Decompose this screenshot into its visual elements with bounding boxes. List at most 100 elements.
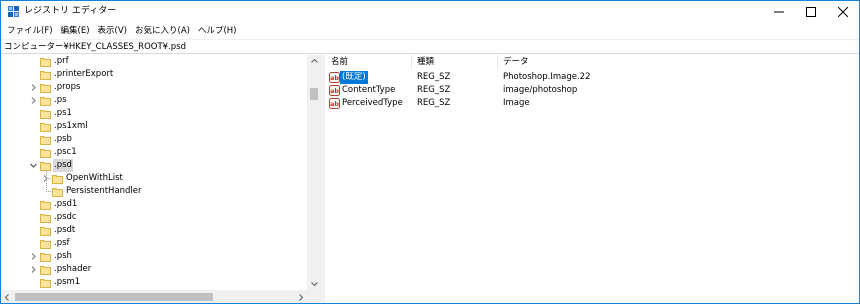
registry-editor-window: レジストリ エディター ファイル(F) 編集(E) 表示(V) お気に入り(A)… (0, 0, 860, 304)
value-name[interactable]: ContentType (342, 84, 395, 97)
tree-item-label[interactable]: .psdc (53, 211, 78, 224)
string-value-icon: ab (329, 98, 340, 109)
tree-item-label[interactable]: .printerExport (53, 68, 114, 81)
tree-item-label[interactable]: .ps1 (53, 107, 73, 120)
svg-text:ab: ab (330, 87, 339, 95)
folder-icon (40, 238, 51, 249)
folder-icon (40, 95, 51, 106)
tree-item[interactable]: .ps1 (1, 107, 307, 120)
tree-item-label[interactable]: .psb (53, 133, 73, 146)
tree-item-label[interactable]: .prf (53, 55, 70, 68)
maximize-button[interactable] (795, 1, 827, 22)
title-bar: レジストリ エディター (1, 1, 859, 22)
column-header-data[interactable]: データ (503, 56, 529, 69)
tree-item-label[interactable]: .ps1xml (53, 120, 89, 133)
value-data: image/photoshop (503, 85, 578, 95)
string-value-icon: ab (329, 72, 340, 83)
column-header-name[interactable]: 名前 (331, 56, 348, 69)
menu-file[interactable]: ファイル(F) (3, 25, 57, 37)
tree-item[interactable]: .ps1xml (1, 120, 307, 133)
folder-icon (52, 173, 63, 184)
value-row[interactable]: ab PerceivedType REG_SZ Image (325, 97, 859, 110)
tree-item[interactable]: .psdt (1, 224, 307, 237)
folder-icon (40, 134, 51, 145)
address-bar[interactable]: コンピューター¥HKEY_CLASSES_ROOT¥.psd (1, 39, 859, 54)
tree-vertical-scrollbar[interactable] (307, 55, 321, 290)
tree-item-label[interactable]: .psd (53, 159, 73, 172)
value-row[interactable]: ab ContentType REG_SZ image/photoshop (325, 84, 859, 97)
menu-help[interactable]: ヘルプ(H) (194, 25, 241, 37)
svg-text:ab: ab (330, 74, 339, 82)
column-header-type[interactable]: 種類 (417, 56, 434, 69)
scroll-right-arrow-icon[interactable] (295, 291, 307, 303)
tree-item[interactable]: .psb (1, 133, 307, 146)
tree-item[interactable]: .psc1 (1, 146, 307, 159)
minimize-icon (774, 11, 784, 12)
tree-item[interactable]: .props (1, 81, 307, 94)
tree-item[interactable]: .pshader (1, 263, 307, 276)
folder-icon (40, 147, 51, 158)
tree-vertical-scroll-thumb[interactable] (310, 88, 318, 100)
folder-icon (40, 212, 51, 223)
minimize-button[interactable] (763, 1, 795, 22)
tree-item-label[interactable]: .psc1 (53, 146, 78, 159)
value-data: Image (503, 98, 530, 108)
folder-icon (52, 186, 63, 197)
scroll-up-arrow-icon[interactable] (307, 55, 321, 67)
tree-item[interactable]: .psm1 (1, 276, 307, 289)
tree-connector-line (46, 171, 47, 192)
folder-icon (40, 108, 51, 119)
scroll-left-arrow-icon[interactable] (1, 291, 13, 303)
value-type: REG_SZ (417, 72, 451, 82)
scroll-down-arrow-icon[interactable] (307, 278, 321, 290)
tree-item[interactable]: .psf (1, 237, 307, 250)
close-button[interactable] (827, 1, 859, 22)
tree-item[interactable]: .prf (1, 55, 307, 68)
chevron-right-icon[interactable] (29, 265, 38, 274)
chevron-right-icon[interactable] (29, 83, 38, 92)
folder-icon (40, 160, 51, 171)
tree-item[interactable]: .printerExport (1, 68, 307, 81)
tree-item[interactable]: .psd1 (1, 198, 307, 211)
close-icon (838, 6, 848, 17)
value-data: Photoshop.Image.22 (503, 72, 591, 82)
tree-item-label[interactable]: .psf (53, 237, 71, 250)
window-title: レジストリ エディター (24, 6, 117, 16)
column-divider[interactable] (411, 55, 412, 69)
column-divider[interactable] (497, 55, 498, 69)
string-value-icon: ab (329, 85, 340, 96)
tree-item[interactable]: .psh (1, 250, 307, 263)
tree-item-label[interactable]: .psh (53, 250, 73, 263)
tree-item[interactable]: .psdc (1, 211, 307, 224)
tree-item-label[interactable]: .props (53, 81, 81, 94)
value-name[interactable]: PerceivedType (342, 97, 403, 110)
tree-item-label[interactable]: .ps (53, 94, 68, 107)
menu-view[interactable]: 表示(V) (94, 25, 131, 37)
folder-icon (40, 264, 51, 275)
menu-edit[interactable]: 編集(E) (57, 25, 94, 37)
menu-favorites[interactable]: お気に入り(A) (131, 25, 194, 37)
folder-icon (40, 82, 51, 93)
registry-editor-icon (8, 6, 19, 17)
tree-item-label[interactable]: .psm1 (53, 276, 81, 289)
value-name[interactable]: (既定) (340, 71, 368, 84)
tree-item-label[interactable]: OpenWithList (65, 172, 124, 185)
folder-icon (40, 199, 51, 210)
tree-horizontal-scrollbar[interactable] (1, 290, 307, 303)
tree-item-label[interactable]: PersistentHandler (65, 185, 143, 198)
tree-item-label[interactable]: .pshader (53, 263, 92, 276)
value-row[interactable]: ab (既定) REG_SZ Photoshop.Image.22 (325, 71, 859, 84)
tree-item-label[interactable]: .psdt (53, 224, 76, 237)
tree-item[interactable]: .ps (1, 94, 307, 107)
address-path[interactable]: コンピューター¥HKEY_CLASSES_ROOT¥.psd (4, 41, 186, 53)
chevron-down-icon[interactable] (29, 161, 38, 170)
folder-icon (40, 251, 51, 262)
folder-icon (40, 277, 51, 288)
chevron-right-icon[interactable] (29, 96, 38, 105)
tree-item-label[interactable]: .psd1 (53, 198, 78, 211)
chevron-right-icon[interactable] (29, 252, 38, 261)
svg-text:ab: ab (330, 100, 339, 108)
tree-horizontal-scroll-thumb[interactable] (15, 293, 213, 301)
value-type: REG_SZ (417, 98, 451, 108)
scrollbar-corner (307, 290, 321, 303)
